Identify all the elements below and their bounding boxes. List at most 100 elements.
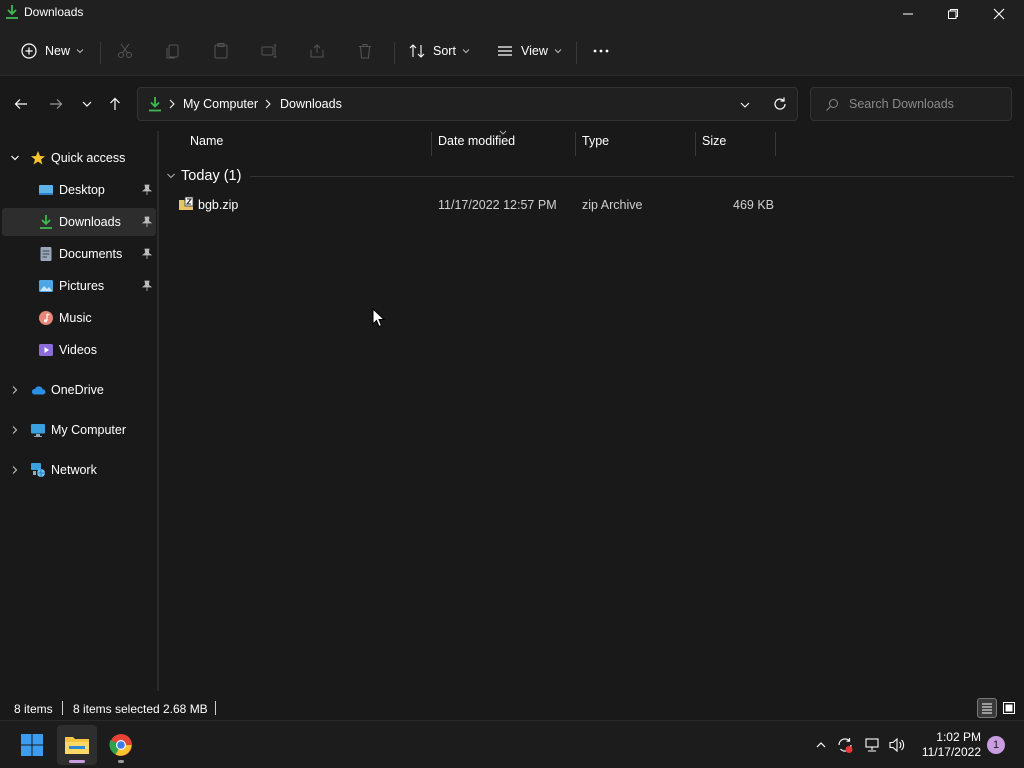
new-button[interactable]: New bbox=[20, 36, 84, 66]
sidebar-item-downloads[interactable]: Downloads bbox=[2, 208, 156, 236]
group-divider bbox=[250, 176, 1014, 177]
status-separator bbox=[215, 701, 216, 715]
paste-button[interactable] bbox=[212, 36, 230, 66]
status-separator bbox=[62, 701, 63, 715]
volume-button[interactable] bbox=[887, 735, 907, 755]
close-icon bbox=[993, 8, 1005, 20]
scissors-icon bbox=[118, 43, 132, 58]
notification-badge[interactable]: 1 bbox=[987, 736, 1005, 754]
more-options-button[interactable] bbox=[592, 36, 610, 66]
sidebar-item-label: Music bbox=[59, 311, 92, 325]
sidebar-item-videos[interactable]: Videos bbox=[2, 336, 156, 364]
copy-button[interactable] bbox=[164, 36, 182, 66]
show-hidden-icons-button[interactable] bbox=[811, 735, 831, 755]
delete-button[interactable] bbox=[356, 36, 374, 66]
column-header-type[interactable]: Type bbox=[582, 134, 609, 156]
large-icons-view-button[interactable] bbox=[999, 698, 1019, 718]
chevron-right-icon[interactable] bbox=[10, 385, 20, 395]
sidebar-item-pictures[interactable]: Pictures bbox=[2, 272, 156, 300]
sidebar-item-my-computer[interactable]: My Computer bbox=[2, 416, 156, 444]
file-type: zip Archive bbox=[582, 198, 643, 212]
cut-button[interactable] bbox=[116, 36, 134, 66]
column-divider[interactable] bbox=[431, 132, 432, 156]
separator bbox=[100, 42, 101, 64]
pin-icon[interactable] bbox=[142, 280, 152, 292]
chevron-down-icon bbox=[462, 49, 470, 54]
rename-button[interactable] bbox=[260, 36, 278, 66]
column-header-size[interactable]: Size bbox=[702, 134, 726, 156]
column-header-date-modified[interactable]: Date modified bbox=[438, 134, 515, 156]
share-icon bbox=[310, 44, 324, 58]
more-icon bbox=[593, 49, 609, 53]
column-divider[interactable] bbox=[695, 132, 696, 156]
close-button[interactable] bbox=[976, 0, 1022, 28]
up-button[interactable] bbox=[104, 93, 126, 115]
sidebar-item-onedrive[interactable]: OneDrive bbox=[2, 376, 156, 404]
view-button[interactable]: View bbox=[496, 36, 562, 66]
pin-icon[interactable] bbox=[142, 184, 152, 196]
file-row[interactable]: bgb.zip 11/17/2022 12:57 PM zip Archive … bbox=[160, 193, 1020, 217]
clock-time: 1:02 PM bbox=[936, 730, 981, 744]
sidebar-item-documents[interactable]: Documents bbox=[2, 240, 156, 268]
refresh-icon[interactable] bbox=[772, 96, 788, 112]
clock[interactable]: 1:02 PM 11/17/2022 bbox=[915, 730, 981, 760]
chevron-right-icon[interactable] bbox=[10, 425, 20, 435]
share-button[interactable] bbox=[308, 36, 326, 66]
chevron-right-icon[interactable] bbox=[10, 465, 20, 475]
recent-locations-button[interactable] bbox=[76, 93, 98, 115]
command-bar: New Sort View bbox=[0, 28, 1024, 76]
minimize-button[interactable] bbox=[885, 0, 931, 28]
view-list-icon bbox=[498, 46, 512, 56]
view-label: View bbox=[521, 44, 548, 58]
group-header-today[interactable]: Today (1) bbox=[166, 166, 241, 186]
sidebar-item-label: Downloads bbox=[59, 215, 121, 229]
column-header-name[interactable]: Name bbox=[190, 134, 223, 156]
active-app-indicator bbox=[69, 760, 85, 763]
windows-logo-icon bbox=[21, 734, 43, 756]
chevron-right-icon bbox=[265, 99, 271, 109]
sidebar-item-label: OneDrive bbox=[51, 383, 104, 397]
zip-archive-icon bbox=[179, 196, 194, 210]
paste-icon bbox=[214, 43, 228, 59]
sidebar-item-desktop[interactable]: Desktop bbox=[2, 176, 156, 204]
mouse-cursor-icon bbox=[372, 308, 386, 328]
selection-size: 2.68 MB bbox=[163, 702, 208, 716]
sync-status-button[interactable] bbox=[835, 735, 855, 755]
chevron-down-icon[interactable] bbox=[10, 153, 20, 163]
trash-icon bbox=[359, 44, 371, 59]
forward-button[interactable] bbox=[45, 93, 67, 115]
sidebar-item-quick-access[interactable]: Quick access bbox=[2, 144, 156, 172]
title-bar: Downloads bbox=[0, 0, 1024, 28]
sort-icon bbox=[409, 44, 425, 58]
chevron-right-icon bbox=[169, 99, 175, 109]
back-button[interactable] bbox=[10, 93, 32, 115]
pin-icon[interactable] bbox=[142, 216, 152, 228]
breadcrumb-downloads[interactable]: Downloads bbox=[280, 97, 342, 111]
arrow-left-icon bbox=[14, 99, 27, 109]
chevron-down-icon bbox=[82, 101, 92, 107]
sidebar-item-network[interactable]: Network bbox=[2, 456, 156, 484]
taskbar-file-explorer[interactable] bbox=[57, 725, 97, 765]
address-bar[interactable]: My Computer Downloads bbox=[137, 87, 798, 121]
details-view-button[interactable] bbox=[977, 698, 997, 718]
item-count: 8 items bbox=[14, 702, 53, 716]
sort-button[interactable]: Sort bbox=[408, 36, 470, 66]
documents-icon bbox=[40, 247, 52, 261]
network-status-button[interactable] bbox=[862, 735, 882, 755]
copy-icon bbox=[166, 44, 179, 59]
pin-icon[interactable] bbox=[142, 248, 152, 260]
column-divider[interactable] bbox=[775, 132, 776, 156]
group-label: Today (1) bbox=[181, 168, 242, 184]
start-button[interactable] bbox=[12, 725, 52, 765]
sidebar-item-music[interactable]: Music bbox=[2, 304, 156, 332]
search-input[interactable] bbox=[849, 95, 999, 113]
chevron-down-icon[interactable] bbox=[739, 99, 751, 111]
restore-button[interactable] bbox=[930, 0, 976, 28]
taskbar-chrome[interactable] bbox=[101, 725, 141, 765]
chevron-down-icon bbox=[76, 49, 84, 54]
plus-circle-icon bbox=[21, 43, 37, 59]
sidebar-item-label: Documents bbox=[59, 247, 123, 261]
column-divider[interactable] bbox=[575, 132, 576, 156]
search-box[interactable] bbox=[810, 87, 1012, 121]
breadcrumb-my-computer[interactable]: My Computer bbox=[183, 97, 258, 111]
